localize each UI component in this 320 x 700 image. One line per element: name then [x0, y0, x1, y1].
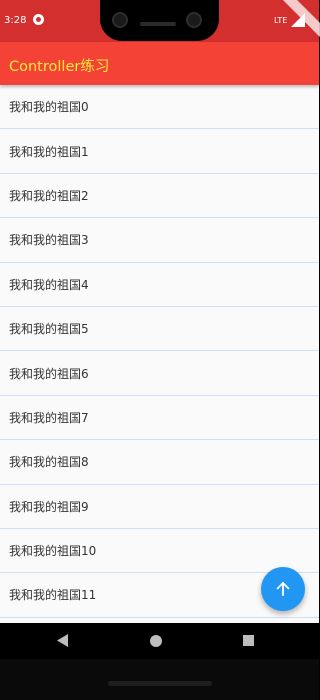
list-item[interactable]: 我和我的祖国8: [0, 440, 319, 485]
list-item-label: 我和我的祖国10: [9, 544, 97, 559]
list-item[interactable]: 我和我的祖国7: [0, 396, 319, 441]
status-time: 3:28: [4, 15, 27, 26]
bottom-speaker: [108, 681, 212, 686]
app-bar: Controller练习: [0, 42, 319, 85]
list-item[interactable]: 我和我的祖国2: [0, 174, 319, 219]
front-camera-icon: [112, 12, 128, 28]
list-item-label: 我和我的祖国4: [9, 277, 89, 292]
list-item-label: 我和我的祖国0: [9, 100, 89, 115]
notification-icon: [33, 14, 44, 25]
system-nav-bar: [0, 623, 319, 659]
list-item[interactable]: 我和我的祖国4: [0, 263, 319, 307]
scroll-to-top-button[interactable]: [261, 567, 305, 611]
back-triangle-icon[interactable]: [57, 634, 69, 647]
list-item-label: 我和我的祖国1: [9, 144, 89, 159]
list-item-label: 我和我的祖国9: [9, 499, 89, 514]
phone-bottom-bezel: [0, 659, 319, 700]
scroll-list[interactable]: 我和我的祖国0 我和我的祖国1 我和我的祖国2 我和我的祖国3 我和我的祖国4 我和我的祖…: [0, 85, 319, 623]
list-item[interactable]: 我和我的祖国1: [0, 129, 319, 174]
camera-notch: [100, 0, 219, 41]
list-item-label: 我和我的祖国2: [9, 188, 89, 203]
list-item-label: 我和我的祖国11: [9, 588, 97, 603]
list-item-label: 我和我的祖国6: [9, 366, 89, 381]
list-item-label: 我和我的祖国3: [9, 233, 89, 248]
list-item[interactable]: 我和我的祖国9: [0, 485, 319, 529]
page-title: Controller练习: [9, 59, 110, 75]
list-item-label: 我和我的祖国8: [9, 455, 89, 470]
list-item[interactable]: 我和我的祖国3: [0, 218, 319, 263]
arrow-up-icon: [276, 581, 290, 596]
recents-square-icon[interactable]: [243, 635, 254, 646]
list-item[interactable]: 我和我的祖国10: [0, 529, 319, 574]
home-circle-icon[interactable]: [150, 635, 162, 647]
list-item-label: 我和我的祖国7: [9, 410, 89, 425]
status-bar: 3:28 LTE: [0, 0, 320, 42]
front-sensor-icon: [186, 12, 202, 28]
list-item[interactable]: 我和我的祖国0: [0, 85, 319, 130]
earpiece-speaker: [140, 22, 176, 26]
list-item[interactable]: 我和我的祖国6: [0, 351, 319, 396]
network-type: LTE: [274, 16, 288, 25]
list-item-label: 我和我的祖国5: [9, 322, 89, 337]
list-item[interactable]: 我和我的祖国5: [0, 307, 319, 352]
